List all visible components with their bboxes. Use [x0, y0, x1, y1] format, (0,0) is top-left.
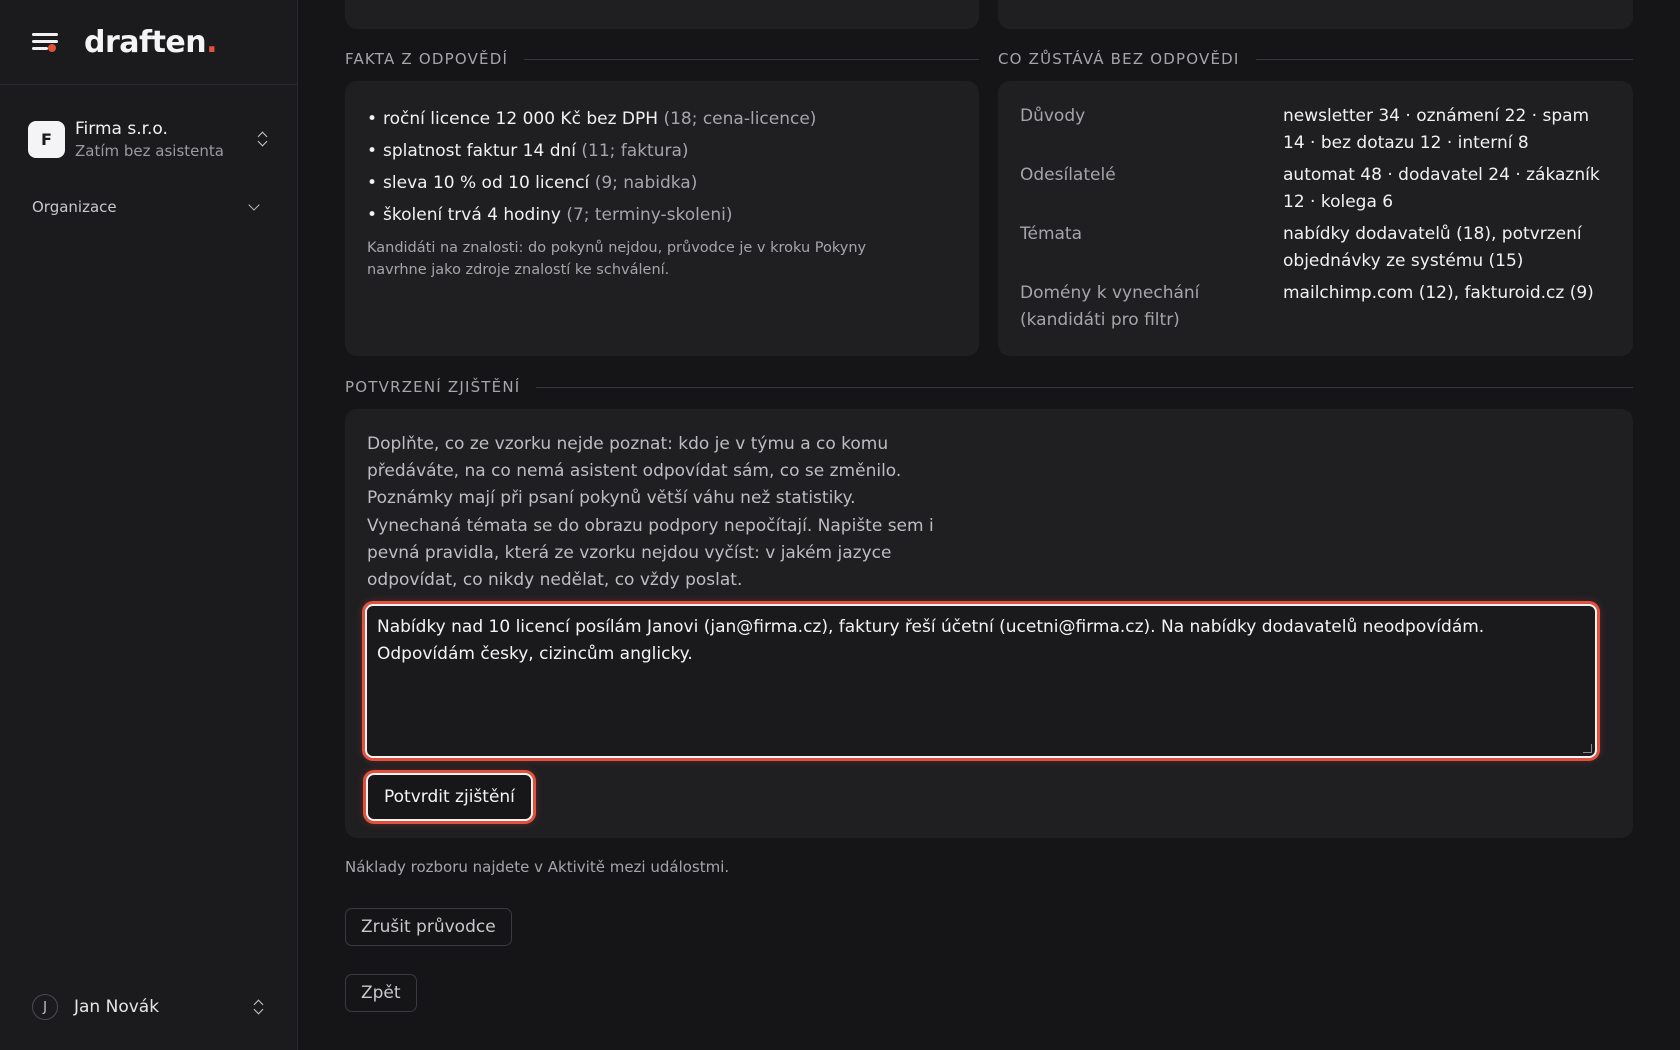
confirm-findings-button[interactable]: Potvrdit zjištění — [366, 773, 533, 821]
previous-card-left — [345, 0, 979, 29]
list-item: • roční licence 12 000 Kč bez DPH (18; ce… — [367, 109, 817, 129]
stat-label: Důvody — [1020, 106, 1086, 126]
confirmation-card: Doplňte, co ze vzorku nejde poznat: kdo … — [345, 409, 1633, 838]
org-switcher[interactable]: F Firma s.r.o. Zatím bez asistenta — [28, 116, 270, 162]
confirmation-intro: Doplňte, co ze vzorku nejde poznat: kdo … — [367, 434, 934, 591]
user-switcher[interactable]: J Jan Novák — [32, 994, 266, 1020]
resize-handle-icon[interactable] — [1583, 744, 1592, 753]
org-avatar: F — [28, 120, 65, 158]
chevron-down-icon — [248, 199, 260, 211]
stat-value: nabídky dodavatelů (18), potvrzení objed… — [1283, 224, 1582, 271]
chevron-up-down-icon — [256, 130, 270, 148]
list-item: • školení trvá 4 hodiny (7; terminy-skole… — [367, 205, 733, 225]
facts-list: • roční licence 12 000 Kč bez DPH (18; ce… — [345, 81, 979, 231]
sidebar: draften. F Firma s.r.o. Zatím bez asiste… — [0, 0, 298, 1050]
confirmation-textarea-wrapper: Nabídky nad 10 licencí posílám Janovi (j… — [365, 604, 1597, 758]
unanswered-heading: CO ZŮSTÁVÁ BEZ ODPOVĚDI — [998, 50, 1633, 68]
facts-note: Kandidáti na znalosti: do pokynů nejdou,… — [367, 240, 867, 278]
brand-header: draften. — [0, 0, 297, 85]
stat-label: Domény k vynechání (kandidáti pro filtr) — [1020, 283, 1200, 330]
list-item: • splatnost faktur 14 dní (11; faktura) — [367, 141, 689, 161]
confirmation-heading: POTVRZENÍ ZJIŠTĚNÍ — [345, 378, 1633, 396]
chevron-up-down-icon — [252, 998, 266, 1016]
org-subtitle: Zatím bez asistenta — [75, 141, 224, 160]
facts-card: • roční licence 12 000 Kč bez DPH (18; ce… — [345, 81, 979, 356]
sidebar-item-organizace[interactable]: Organizace — [32, 198, 264, 216]
main-content: FAKTA Z ODPOVĚDÍ • roční licence 12 000 K… — [345, 0, 1633, 1050]
logo: draften. — [84, 24, 218, 60]
stat-label: Témata — [1020, 224, 1083, 244]
unanswered-card: Důvody newsletter 34 · oznámení 22 · spa… — [998, 81, 1633, 356]
menu-icon[interactable] — [32, 31, 60, 53]
stat-value: mailchimp.com (12), fakturoid.cz (9) — [1283, 283, 1594, 303]
findings-textarea[interactable]: Nabídky nad 10 licencí posílám Janovi (j… — [367, 606, 1595, 756]
user-name: Jan Novák — [74, 997, 160, 1017]
org-name: Firma s.r.o. — [75, 118, 168, 139]
sidebar-item-label: Organizace — [32, 198, 117, 216]
list-item: • sleva 10 % od 10 licencí (9; nabidka) — [367, 173, 698, 193]
facts-heading: FAKTA Z ODPOVĚDÍ — [345, 50, 979, 68]
cost-note: Náklady rozboru najdete v Aktivitě mezi … — [345, 858, 730, 876]
stat-value: newsletter 34 · oznámení 22 · spam 14 · … — [1283, 106, 1590, 153]
back-button[interactable]: Zpět — [345, 974, 417, 1012]
avatar: J — [32, 994, 58, 1020]
stat-value: automat 48 · dodavatel 24 · zákazník 12 … — [1283, 165, 1600, 212]
previous-card-right — [998, 0, 1633, 29]
cancel-wizard-button[interactable]: Zrušit průvodce — [345, 908, 512, 946]
stat-label: Odesílatelé — [1020, 165, 1116, 185]
